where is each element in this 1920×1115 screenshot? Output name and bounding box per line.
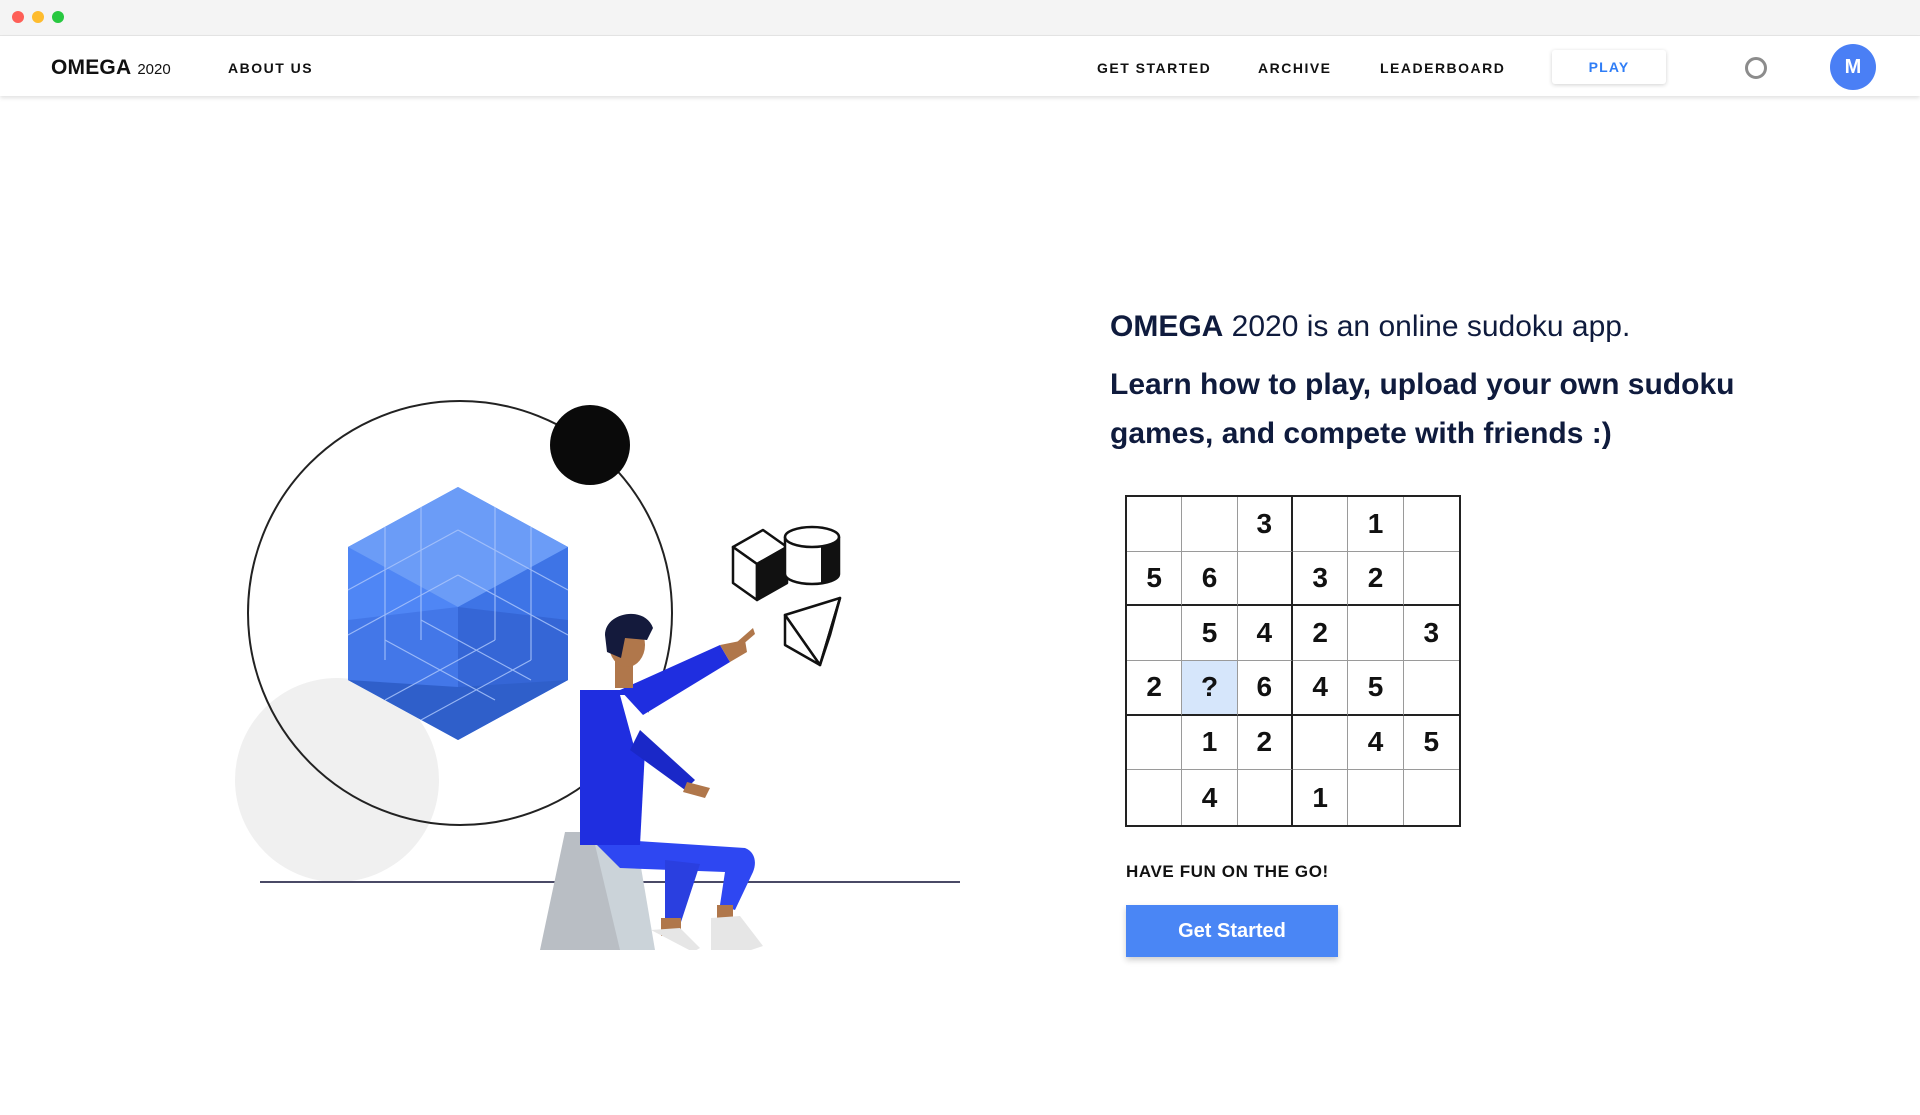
sudoku-cell[interactable]: 2 (1237, 715, 1293, 771)
user-avatar[interactable]: M (1830, 44, 1876, 90)
sudoku-cell[interactable]: 6 (1182, 551, 1238, 607)
hero-subtitle: Learn how to play, upload your own sudok… (1110, 368, 1735, 450)
nav-about-us[interactable]: ABOUT US (228, 60, 313, 76)
cylinder-icon (783, 525, 841, 586)
sudoku-cell[interactable] (1403, 552, 1459, 607)
sudoku-cell[interactable]: 4 (1292, 661, 1349, 716)
sudoku-board: 3 1 5 6 3 2 5 4 2 3 2? 6 4 5 1 2 4 5 4 1 (1125, 495, 1461, 827)
play-button[interactable]: PLAY (1552, 50, 1666, 84)
sudoku-cell[interactable] (1292, 715, 1349, 771)
close-window-button[interactable] (12, 11, 24, 23)
black-ball-shape (550, 405, 630, 485)
nav-archive[interactable]: ARCHIVE (1258, 60, 1332, 76)
sudoku-cell[interactable]: 3 (1292, 551, 1349, 607)
sudoku-cell[interactable]: 3 (1403, 606, 1459, 661)
hero-headline-rest: 2020 is an online sudoku app. (1223, 310, 1631, 343)
sudoku-cell[interactable] (1127, 770, 1183, 825)
sudoku-cell[interactable]: 5 (1127, 551, 1183, 607)
sudoku-cell[interactable]: 4 (1237, 606, 1293, 661)
sudoku-cell[interactable] (1404, 770, 1459, 825)
window-titlebar (0, 0, 1920, 36)
small-cube-icon (731, 528, 789, 602)
sudoku-cell[interactable]: 5 (1182, 606, 1238, 661)
sudoku-cell[interactable] (1292, 497, 1349, 552)
sudoku-cell[interactable]: ? (1182, 661, 1238, 716)
nav-get-started[interactable]: GET STARTED (1097, 60, 1211, 76)
sudoku-cell[interactable] (1348, 770, 1404, 825)
sudoku-cell[interactable]: 2 (1348, 551, 1404, 607)
sudoku-cell[interactable]: 1 (1348, 497, 1404, 552)
sudoku-cell[interactable] (1403, 661, 1459, 716)
top-navigation: OMEGA 2020 ABOUT US GET STARTED ARCHIVE L… (0, 36, 1920, 96)
ring-icon[interactable] (1745, 57, 1767, 79)
sudoku-cell[interactable] (1127, 497, 1183, 552)
sudoku-cell[interactable]: 1 (1182, 715, 1238, 771)
sudoku-cell[interactable] (1237, 551, 1293, 607)
sudoku-cell[interactable]: 4 (1182, 770, 1238, 825)
hero-illustration (235, 400, 960, 950)
sudoku-cell[interactable] (1348, 606, 1404, 661)
brand-name: OMEGA (51, 56, 132, 79)
sudoku-cell[interactable] (1238, 770, 1293, 825)
sudoku-cell[interactable] (1403, 497, 1459, 552)
sudoku-cell[interactable]: 3 (1237, 497, 1293, 552)
sudoku-cell[interactable]: 1 (1293, 770, 1349, 825)
minimize-window-button[interactable] (32, 11, 44, 23)
hero-headline: OMEGA 2020 is an online sudoku app. (1110, 310, 1830, 344)
tagline: HAVE FUN ON THE GO! (1126, 862, 1329, 881)
maximize-window-button[interactable] (52, 11, 64, 23)
prism-icon (783, 596, 842, 667)
brand-logo[interactable]: OMEGA 2020 (51, 56, 171, 80)
brand-year: 2020 (137, 61, 171, 78)
hero-section: OMEGA 2020 is an online sudoku app. Lear… (1110, 310, 1830, 458)
sudoku-cell[interactable]: 5 (1348, 661, 1404, 716)
sudoku-cell[interactable]: 6 (1237, 661, 1293, 716)
sudoku-cell[interactable]: 5 (1403, 716, 1459, 771)
sudoku-cell[interactable] (1127, 715, 1183, 771)
hero-brand: OMEGA (1110, 310, 1224, 343)
sudoku-cell[interactable] (1127, 606, 1183, 661)
nav-leaderboard[interactable]: LEADERBOARD (1380, 60, 1505, 76)
sudoku-cell[interactable]: 2 (1127, 661, 1183, 716)
sudoku-cell[interactable]: 4 (1348, 715, 1404, 771)
sudoku-cell[interactable]: 2 (1292, 606, 1349, 661)
sudoku-cell[interactable] (1182, 497, 1238, 552)
get-started-button[interactable]: Get Started (1126, 905, 1338, 957)
